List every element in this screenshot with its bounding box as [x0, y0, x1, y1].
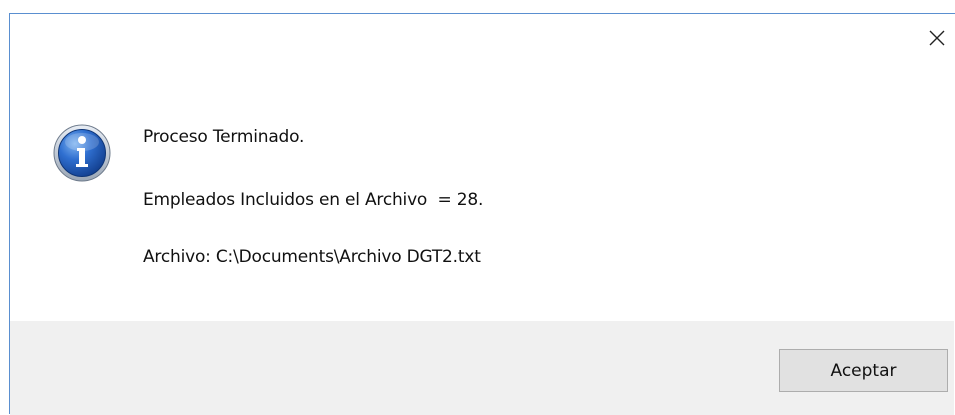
information-icon: [53, 124, 111, 182]
dialog-footer: Aceptar: [10, 321, 954, 415]
dialog-content: Proceso Terminado. Empleados Incluidos e…: [10, 14, 954, 320]
close-button[interactable]: [918, 22, 955, 54]
message-line-count: Empleados Incluidos en el Archivo = 28.: [143, 190, 484, 210]
message-line-status: Proceso Terminado.: [143, 127, 305, 147]
close-icon: [929, 30, 945, 46]
accept-button[interactable]: Aceptar: [779, 349, 948, 392]
message-dialog: Proceso Terminado. Empleados Incluidos e…: [9, 13, 955, 415]
message-line-file: Archivo: C:\Documents\Archivo DGT2.txt: [143, 247, 481, 267]
